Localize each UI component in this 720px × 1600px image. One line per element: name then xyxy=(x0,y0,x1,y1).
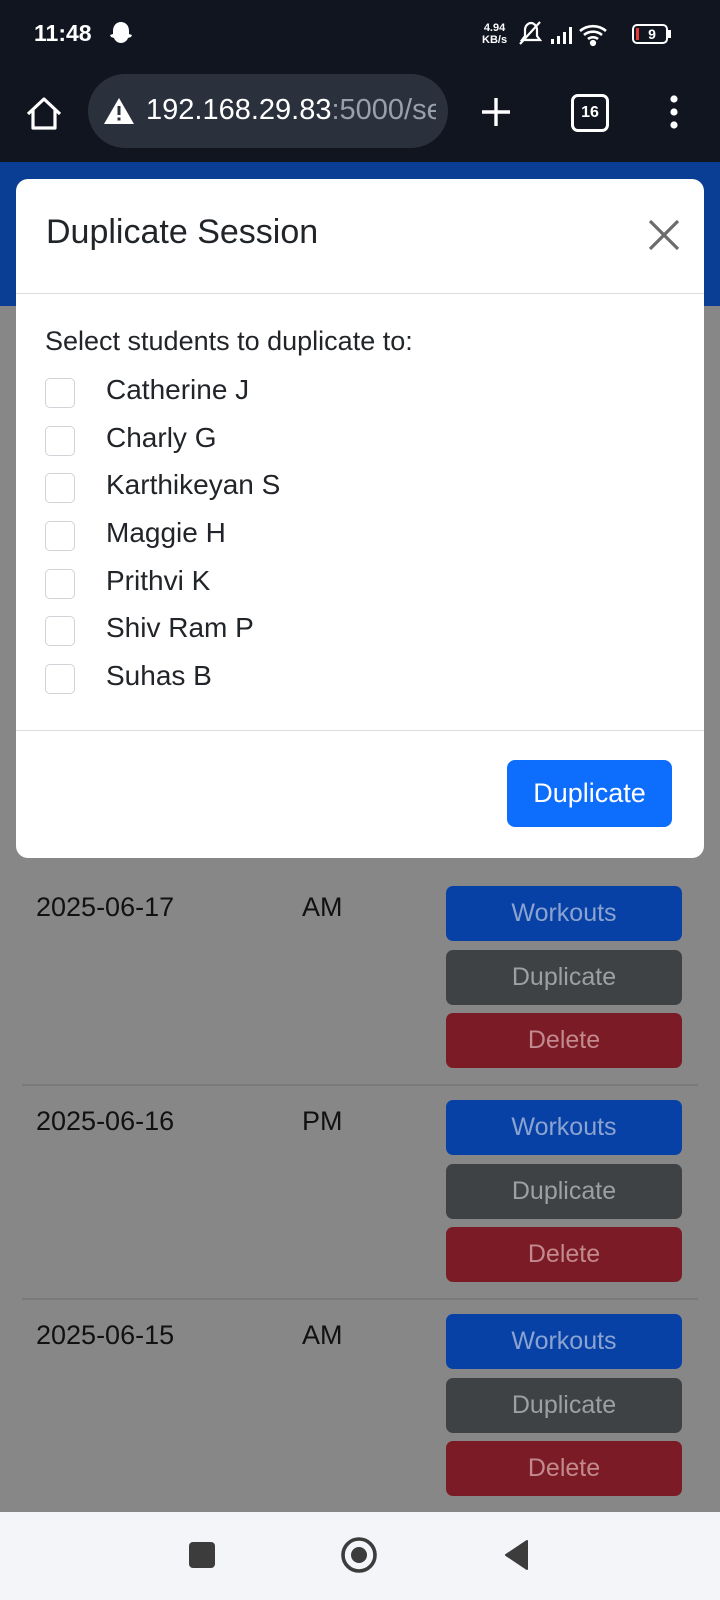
net-speed-value: 4.94 xyxy=(483,22,506,34)
student-name: Shiv Ram P xyxy=(106,612,254,644)
student-name: Suhas B xyxy=(106,660,212,692)
table-row: 2025-06-16 PM Workouts Duplicate Delete xyxy=(22,1084,698,1298)
student-checkbox[interactable] xyxy=(45,616,75,647)
duplicate-session-modal: Duplicate Session Select students to dup… xyxy=(16,179,704,858)
status-bar: 11:48 4.94 KB/s 9 xyxy=(0,0,720,72)
student-checkbox[interactable] xyxy=(45,425,75,456)
back-triangle-icon xyxy=(505,1540,528,1570)
student-name: Prithvi K xyxy=(106,564,211,596)
plus-icon xyxy=(482,98,510,126)
sessions-table: 2025-06-17 AM Workouts Duplicate Delete … xyxy=(22,872,698,1512)
table-row: 2025-06-15 AM Workouts Duplicate Delete xyxy=(22,1298,698,1512)
modal-footer: Duplicate xyxy=(16,730,704,858)
circle-home-icon xyxy=(341,1537,377,1573)
address-bar[interactable]: 192.168.29.83:5000/se xyxy=(88,74,448,148)
student-checkbox[interactable] xyxy=(45,664,75,695)
url-text: 192.168.29.83:5000/se xyxy=(146,94,436,127)
student-checkbox[interactable] xyxy=(45,568,75,599)
duplicate-button[interactable]: Duplicate xyxy=(446,1378,682,1433)
delete-button[interactable]: Delete xyxy=(446,1013,682,1068)
home-icon xyxy=(26,97,62,130)
workouts-button[interactable]: Workouts xyxy=(446,886,682,941)
more-menu-button[interactable] xyxy=(664,90,684,134)
student-name: Maggie H xyxy=(106,517,226,549)
workouts-button[interactable]: Workouts xyxy=(446,1100,682,1155)
modal-header: Duplicate Session xyxy=(16,179,704,294)
url-host: 192.168.29.83 xyxy=(146,94,332,126)
table-row: 2025-06-17 AM Workouts Duplicate Delete xyxy=(22,872,698,1084)
battery-icon: 9 xyxy=(632,24,672,44)
net-speed-unit: KB/s xyxy=(482,34,508,46)
student-checkbox[interactable] xyxy=(45,473,75,504)
url-path: :5000/se xyxy=(331,94,436,126)
bell-off-icon xyxy=(519,21,543,45)
close-button[interactable] xyxy=(642,213,686,257)
signal-icon xyxy=(551,27,572,44)
student-checkbox[interactable] xyxy=(45,378,75,408)
session-date: 2025-06-15 xyxy=(36,1320,175,1350)
wifi-icon xyxy=(579,24,607,47)
duplicate-button[interactable]: Duplicate xyxy=(446,950,682,1005)
delete-button[interactable]: Delete xyxy=(446,1227,682,1282)
battery-level: 9 xyxy=(648,26,656,42)
more-vert-icon xyxy=(670,95,678,129)
nav-home-button[interactable] xyxy=(339,1535,379,1575)
recent-apps-button[interactable] xyxy=(189,1542,215,1568)
net-speed: 4.94 KB/s xyxy=(482,22,507,46)
modal-prompt: Select students to duplicate to: xyxy=(45,326,413,356)
workouts-button[interactable]: Workouts xyxy=(446,1314,682,1369)
status-icons xyxy=(518,20,628,53)
close-icon xyxy=(648,219,680,251)
warning-icon xyxy=(102,96,136,126)
session-period: AM xyxy=(302,1320,343,1350)
duplicate-button[interactable]: Duplicate xyxy=(446,1164,682,1219)
modal-body: Select students to duplicate to: Catheri… xyxy=(16,294,704,730)
delete-button[interactable]: Delete xyxy=(446,1441,682,1496)
student-name: Karthikeyan S xyxy=(106,469,281,501)
snapchat-icon xyxy=(108,20,134,48)
session-period: AM xyxy=(302,892,343,922)
session-date: 2025-06-16 xyxy=(36,1106,175,1136)
student-name: Catherine J xyxy=(106,374,250,405)
student-checkbox[interactable] xyxy=(45,521,75,552)
session-date: 2025-06-17 xyxy=(36,892,175,922)
modal-title: Duplicate Session xyxy=(46,213,319,251)
back-button[interactable] xyxy=(503,1538,529,1572)
home-button[interactable] xyxy=(22,92,66,136)
new-tab-button[interactable] xyxy=(474,90,518,134)
browser-toolbar: 192.168.29.83:5000/se 16 xyxy=(0,72,720,162)
status-time: 11:48 xyxy=(34,20,92,46)
system-nav-bar xyxy=(0,1512,720,1600)
tab-switcher-button[interactable]: 16 xyxy=(571,94,609,132)
session-period: PM xyxy=(302,1106,343,1136)
student-name: Charly G xyxy=(106,421,217,453)
duplicate-submit-button[interactable]: Duplicate xyxy=(507,760,672,827)
